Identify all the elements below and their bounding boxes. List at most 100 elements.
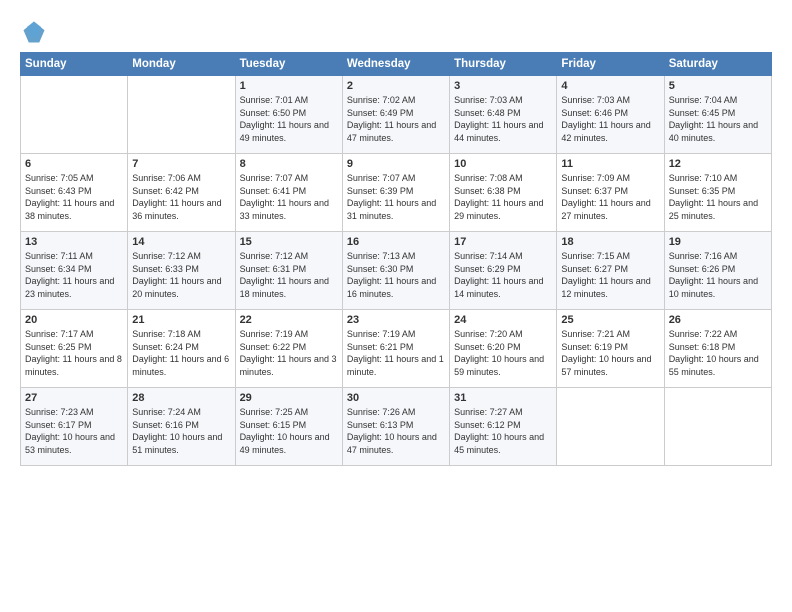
day-info: Sunrise: 7:25 AM Sunset: 6:15 PM Dayligh… [240, 406, 338, 456]
logo [20, 18, 52, 46]
day-number: 7 [132, 158, 230, 170]
calendar-cell: 2Sunrise: 7:02 AM Sunset: 6:49 PM Daylig… [342, 76, 449, 154]
calendar-cell: 1Sunrise: 7:01 AM Sunset: 6:50 PM Daylig… [235, 76, 342, 154]
calendar-cell [128, 76, 235, 154]
day-number: 6 [25, 158, 123, 170]
day-number: 31 [454, 392, 552, 404]
day-number: 23 [347, 314, 445, 326]
day-info: Sunrise: 7:19 AM Sunset: 6:21 PM Dayligh… [347, 328, 445, 378]
day-info: Sunrise: 7:09 AM Sunset: 6:37 PM Dayligh… [561, 172, 659, 222]
day-info: Sunrise: 7:19 AM Sunset: 6:22 PM Dayligh… [240, 328, 338, 378]
calendar-body: 1Sunrise: 7:01 AM Sunset: 6:50 PM Daylig… [21, 76, 772, 466]
calendar-cell [21, 76, 128, 154]
calendar-week-4: 20 Sunrise: 7:17 AM Sunset: 6:25 PM Dayli… [21, 310, 772, 388]
day-info: Sunrise: 7:05 AM Sunset: 6:43 PM Dayligh… [25, 172, 123, 222]
weekday-header-thursday: Thursday [450, 53, 557, 76]
day-info: Sunrise: 7:15 AM Sunset: 6:27 PM Dayligh… [561, 250, 659, 300]
day-number: 27 [25, 392, 123, 404]
calendar-cell: 21 Sunrise: 7:18 AM Sunset: 6:24 PM Dayli… [128, 310, 235, 388]
day-number: 29 [240, 392, 338, 404]
day-info: Sunrise: 7:22 AM Sunset: 6:18 PM Dayligh… [669, 328, 767, 378]
day-number: 11 [561, 158, 659, 170]
calendar-cell: 28 Sunrise: 7:24 AM Sunset: 6:16 PM Dayli… [128, 388, 235, 466]
calendar-cell: 11 Sunrise: 7:09 AM Sunset: 6:37 PM Dayli… [557, 154, 664, 232]
day-number: 12 [669, 158, 767, 170]
day-info: Sunrise: 7:06 AM Sunset: 6:42 PM Dayligh… [132, 172, 230, 222]
calendar-cell [664, 388, 771, 466]
day-info: Sunrise: 7:16 AM Sunset: 6:26 PM Dayligh… [669, 250, 767, 300]
day-info: Sunrise: 7:21 AM Sunset: 6:19 PM Dayligh… [561, 328, 659, 378]
day-number: 3 [454, 80, 552, 92]
day-number: 10 [454, 158, 552, 170]
calendar-header: SundayMondayTuesdayWednesdayThursdayFrid… [21, 53, 772, 76]
weekday-header-monday: Monday [128, 53, 235, 76]
day-number: 20 [25, 314, 123, 326]
day-number: 24 [454, 314, 552, 326]
calendar-cell: 20 Sunrise: 7:17 AM Sunset: 6:25 PM Dayli… [21, 310, 128, 388]
calendar-cell: 12 Sunrise: 7:10 AM Sunset: 6:35 PM Dayli… [664, 154, 771, 232]
calendar-cell: 30 Sunrise: 7:26 AM Sunset: 6:13 PM Dayli… [342, 388, 449, 466]
weekday-header-row: SundayMondayTuesdayWednesdayThursdayFrid… [21, 53, 772, 76]
day-info: Sunrise: 7:07 AM Sunset: 6:39 PM Dayligh… [347, 172, 445, 222]
calendar-cell: 22 Sunrise: 7:19 AM Sunset: 6:22 PM Dayli… [235, 310, 342, 388]
day-info: Sunrise: 7:27 AM Sunset: 6:12 PM Dayligh… [454, 406, 552, 456]
day-info: Sunrise: 7:18 AM Sunset: 6:24 PM Dayligh… [132, 328, 230, 378]
day-number: 15 [240, 236, 338, 248]
header [20, 18, 772, 46]
day-number: 9 [347, 158, 445, 170]
page: SundayMondayTuesdayWednesdayThursdayFrid… [0, 0, 792, 476]
day-info: Sunrise: 7:10 AM Sunset: 6:35 PM Dayligh… [669, 172, 767, 222]
day-number: 30 [347, 392, 445, 404]
calendar-cell: 6 Sunrise: 7:05 AM Sunset: 6:43 PM Daylig… [21, 154, 128, 232]
calendar-cell: 7 Sunrise: 7:06 AM Sunset: 6:42 PM Daylig… [128, 154, 235, 232]
calendar-cell: 9 Sunrise: 7:07 AM Sunset: 6:39 PM Daylig… [342, 154, 449, 232]
calendar-cell: 25 Sunrise: 7:21 AM Sunset: 6:19 PM Dayli… [557, 310, 664, 388]
day-info: Sunrise: 7:02 AM Sunset: 6:49 PM Dayligh… [347, 94, 445, 144]
day-info: Sunrise: 7:03 AM Sunset: 6:48 PM Dayligh… [454, 94, 552, 144]
day-info: Sunrise: 7:12 AM Sunset: 6:31 PM Dayligh… [240, 250, 338, 300]
day-info: Sunrise: 7:23 AM Sunset: 6:17 PM Dayligh… [25, 406, 123, 456]
day-info: Sunrise: 7:24 AM Sunset: 6:16 PM Dayligh… [132, 406, 230, 456]
day-info: Sunrise: 7:04 AM Sunset: 6:45 PM Dayligh… [669, 94, 767, 144]
day-number: 21 [132, 314, 230, 326]
calendar-cell: 24Sunrise: 7:20 AM Sunset: 6:20 PM Dayli… [450, 310, 557, 388]
calendar-cell: 27 Sunrise: 7:23 AM Sunset: 6:17 PM Dayli… [21, 388, 128, 466]
calendar-cell: 26 Sunrise: 7:22 AM Sunset: 6:18 PM Dayli… [664, 310, 771, 388]
weekday-header-tuesday: Tuesday [235, 53, 342, 76]
day-info: Sunrise: 7:13 AM Sunset: 6:30 PM Dayligh… [347, 250, 445, 300]
calendar-cell: 14Sunrise: 7:12 AM Sunset: 6:33 PM Dayli… [128, 232, 235, 310]
weekday-header-friday: Friday [557, 53, 664, 76]
calendar-cell: 3 Sunrise: 7:03 AM Sunset: 6:48 PM Daylig… [450, 76, 557, 154]
day-info: Sunrise: 7:08 AM Sunset: 6:38 PM Dayligh… [454, 172, 552, 222]
calendar-week-5: 27 Sunrise: 7:23 AM Sunset: 6:17 PM Dayli… [21, 388, 772, 466]
calendar-cell: 13 Sunrise: 7:11 AM Sunset: 6:34 PM Dayli… [21, 232, 128, 310]
day-number: 25 [561, 314, 659, 326]
day-info: Sunrise: 7:11 AM Sunset: 6:34 PM Dayligh… [25, 250, 123, 300]
day-number: 22 [240, 314, 338, 326]
weekday-header-saturday: Saturday [664, 53, 771, 76]
day-info: Sunrise: 7:26 AM Sunset: 6:13 PM Dayligh… [347, 406, 445, 456]
day-number: 17 [454, 236, 552, 248]
day-number: 19 [669, 236, 767, 248]
calendar-cell: 4Sunrise: 7:03 AM Sunset: 6:46 PM Daylig… [557, 76, 664, 154]
day-info: Sunrise: 7:14 AM Sunset: 6:29 PM Dayligh… [454, 250, 552, 300]
calendar-cell: 19 Sunrise: 7:16 AM Sunset: 6:26 PM Dayli… [664, 232, 771, 310]
day-number: 13 [25, 236, 123, 248]
weekday-header-sunday: Sunday [21, 53, 128, 76]
day-number: 16 [347, 236, 445, 248]
calendar-week-1: 1Sunrise: 7:01 AM Sunset: 6:50 PM Daylig… [21, 76, 772, 154]
calendar-cell: 15 Sunrise: 7:12 AM Sunset: 6:31 PM Dayli… [235, 232, 342, 310]
calendar-cell: 31 Sunrise: 7:27 AM Sunset: 6:12 PM Dayli… [450, 388, 557, 466]
calendar-week-3: 13 Sunrise: 7:11 AM Sunset: 6:34 PM Dayli… [21, 232, 772, 310]
weekday-header-wednesday: Wednesday [342, 53, 449, 76]
day-info: Sunrise: 7:17 AM Sunset: 6:25 PM Dayligh… [25, 328, 123, 378]
calendar-cell: 5Sunrise: 7:04 AM Sunset: 6:45 PM Daylig… [664, 76, 771, 154]
calendar-week-2: 6 Sunrise: 7:05 AM Sunset: 6:43 PM Daylig… [21, 154, 772, 232]
day-number: 28 [132, 392, 230, 404]
calendar-cell: 23 Sunrise: 7:19 AM Sunset: 6:21 PM Dayli… [342, 310, 449, 388]
day-number: 18 [561, 236, 659, 248]
calendar-cell: 18 Sunrise: 7:15 AM Sunset: 6:27 PM Dayli… [557, 232, 664, 310]
calendar-cell: 10 Sunrise: 7:08 AM Sunset: 6:38 PM Dayli… [450, 154, 557, 232]
day-number: 26 [669, 314, 767, 326]
calendar-cell: 16 Sunrise: 7:13 AM Sunset: 6:30 PM Dayli… [342, 232, 449, 310]
